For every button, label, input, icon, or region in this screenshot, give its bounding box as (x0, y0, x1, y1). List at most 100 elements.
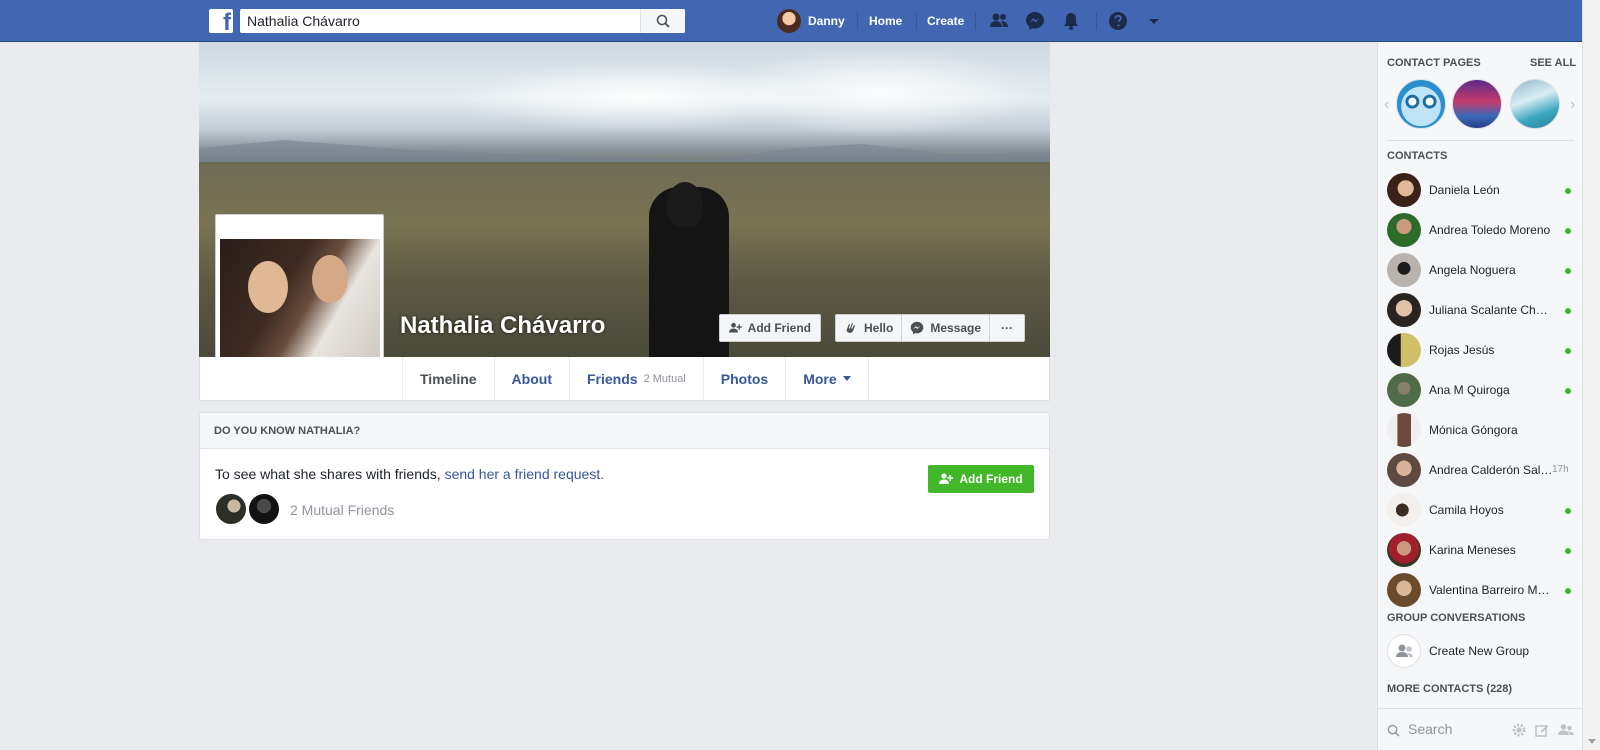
contact-item[interactable]: Rojas Jesús (1378, 331, 1583, 369)
new-group-icon[interactable] (1558, 723, 1574, 737)
tab-label: Friends (586, 370, 638, 387)
tab-friends[interactable]: Friends 2 Mutual (568, 357, 703, 400)
nav-home-link[interactable]: Home (869, 0, 902, 42)
add-friend-button[interactable]: Add Friend (719, 314, 821, 342)
contact-pages-heading: CONTACT PAGES (1387, 57, 1481, 69)
chat-sidebar: CONTACT PAGES SEE ALL ‹ › CONTACTS Danie… (1377, 42, 1583, 750)
messenger-icon[interactable] (1025, 11, 1045, 31)
contact-name: Rojas Jesús (1429, 343, 1495, 357)
chevron-left-icon[interactable]: ‹ (1384, 96, 1389, 114)
tab-photos[interactable]: Photos (702, 357, 785, 400)
nav-create-link[interactable]: Create (927, 0, 964, 42)
friend-requests-icon[interactable] (989, 11, 1009, 31)
tab-label: Timeline (420, 370, 477, 387)
more-options-icon: ··· (1001, 321, 1014, 335)
search-button[interactable] (640, 9, 685, 33)
contact-name: Andrea Calderón Salazar (1429, 463, 1554, 477)
contact-item[interactable]: Valentina Barreiro Medina (1378, 571, 1583, 609)
gear-icon[interactable] (1512, 723, 1526, 737)
contact-item[interactable]: Camila Hoyos (1378, 491, 1583, 529)
online-status-icon (1565, 308, 1571, 314)
do-you-know-title: DO YOU KNOW NATHALIA? (200, 413, 1049, 449)
avatar (1387, 293, 1421, 327)
tab-timeline[interactable]: Timeline (402, 357, 494, 400)
hello-button[interactable]: Hello (836, 315, 903, 341)
contact-item[interactable]: Daniela León (1378, 171, 1583, 209)
chevron-down-icon (842, 376, 851, 381)
wave-hand-icon (846, 323, 855, 333)
see-all-link[interactable]: SEE ALL (1530, 57, 1576, 69)
avatar (1387, 253, 1421, 287)
contact-page-avatar[interactable] (1510, 79, 1560, 129)
profile-picture (220, 239, 380, 359)
mutual-friends-link[interactable]: 2 Mutual Friends (290, 502, 394, 518)
avatar (1387, 333, 1421, 367)
do-you-know-card: DO YOU KNOW NATHALIA? To see what she sh… (199, 412, 1050, 540)
avatar[interactable] (215, 493, 247, 525)
tab-mutual-count: 2 Mutual (643, 372, 686, 385)
help-icon[interactable] (1108, 11, 1128, 31)
nav-divider (857, 12, 858, 30)
avatar (1387, 573, 1421, 607)
more-options-button[interactable]: ··· (990, 315, 1024, 341)
online-status-icon (1565, 508, 1571, 514)
cover-person-head (667, 182, 703, 227)
facebook-logo-icon[interactable]: f (209, 9, 233, 33)
nav-divider (1096, 12, 1097, 30)
profile-name[interactable]: Nathalia Chávarro (400, 312, 605, 340)
avatar (1387, 493, 1421, 527)
add-friend-icon (939, 473, 954, 484)
nav-create-label: Create (927, 14, 965, 28)
last-active-time: 17h (1552, 464, 1569, 475)
tab-label: About (511, 370, 552, 387)
compose-icon[interactable] (1535, 723, 1549, 737)
hello-label: Hello (864, 321, 894, 335)
contact-item[interactable]: Karina Meneses (1378, 531, 1583, 569)
top-navigation-bar: f Danny Home Create (0, 0, 1582, 42)
avatar (1387, 453, 1421, 487)
nav-divider (975, 12, 976, 30)
notifications-icon[interactable] (1061, 11, 1081, 31)
avatar (1387, 213, 1421, 247)
add-friend-label: Add Friend (959, 472, 1023, 486)
online-status-icon (1565, 548, 1571, 554)
divider (1387, 140, 1574, 141)
avatar[interactable] (248, 493, 280, 525)
group-conversations-heading: GROUP CONVERSATIONS (1387, 612, 1526, 624)
tab-about[interactable]: About (493, 357, 569, 400)
contact-item[interactable]: Juliana Scalante Chaparro (1378, 291, 1583, 329)
contact-name: Daniela León (1429, 183, 1500, 197)
chevron-right-icon[interactable]: › (1570, 96, 1575, 114)
send-friend-request-link[interactable]: send her a friend request. (445, 466, 605, 482)
create-new-group-item[interactable]: Create New Group (1378, 632, 1583, 670)
contact-item[interactable]: Angela Noguera (1378, 251, 1583, 289)
contact-item[interactable]: Mónica Góngora (1378, 411, 1583, 449)
create-new-group-label: Create New Group (1429, 644, 1530, 658)
online-status-icon (1565, 268, 1571, 274)
contact-page-avatar[interactable] (1396, 79, 1446, 129)
contact-item[interactable]: Andrea Toledo Moreno (1378, 211, 1583, 249)
profile-picture-face (248, 261, 288, 313)
add-friend-green-button[interactable]: Add Friend (928, 465, 1034, 493)
online-status-icon (1565, 348, 1571, 354)
contact-page-avatar[interactable] (1452, 79, 1502, 129)
scroll-down-arrow-icon[interactable] (1588, 739, 1596, 744)
nav-profile-link[interactable]: Danny (777, 0, 845, 42)
account-menu-icon[interactable] (1144, 11, 1164, 31)
more-contacts-heading[interactable]: MORE CONTACTS (228) (1387, 683, 1512, 695)
search-input[interactable] (240, 9, 640, 33)
page-scrollbar[interactable] (1582, 0, 1600, 750)
profile-tabs-bar: Timeline About Friends 2 Mutual Photos M… (199, 357, 1050, 401)
contact-item[interactable]: Andrea Calderón Salazar 17h (1378, 451, 1583, 489)
tab-more[interactable]: More (785, 357, 869, 400)
chat-search-input[interactable]: Search (1408, 721, 1452, 737)
contact-name: Angela Noguera (1429, 263, 1516, 277)
message-button[interactable]: Message (902, 315, 991, 341)
messenger-icon (911, 321, 924, 335)
online-status-icon (1565, 188, 1571, 194)
search-icon (1387, 724, 1400, 737)
contact-pages-carousel: ‹ › (1378, 79, 1583, 129)
contact-item[interactable]: Ana M Quiroga (1378, 371, 1583, 409)
contact-name: Camila Hoyos (1429, 503, 1504, 517)
online-status-icon (1565, 228, 1571, 234)
